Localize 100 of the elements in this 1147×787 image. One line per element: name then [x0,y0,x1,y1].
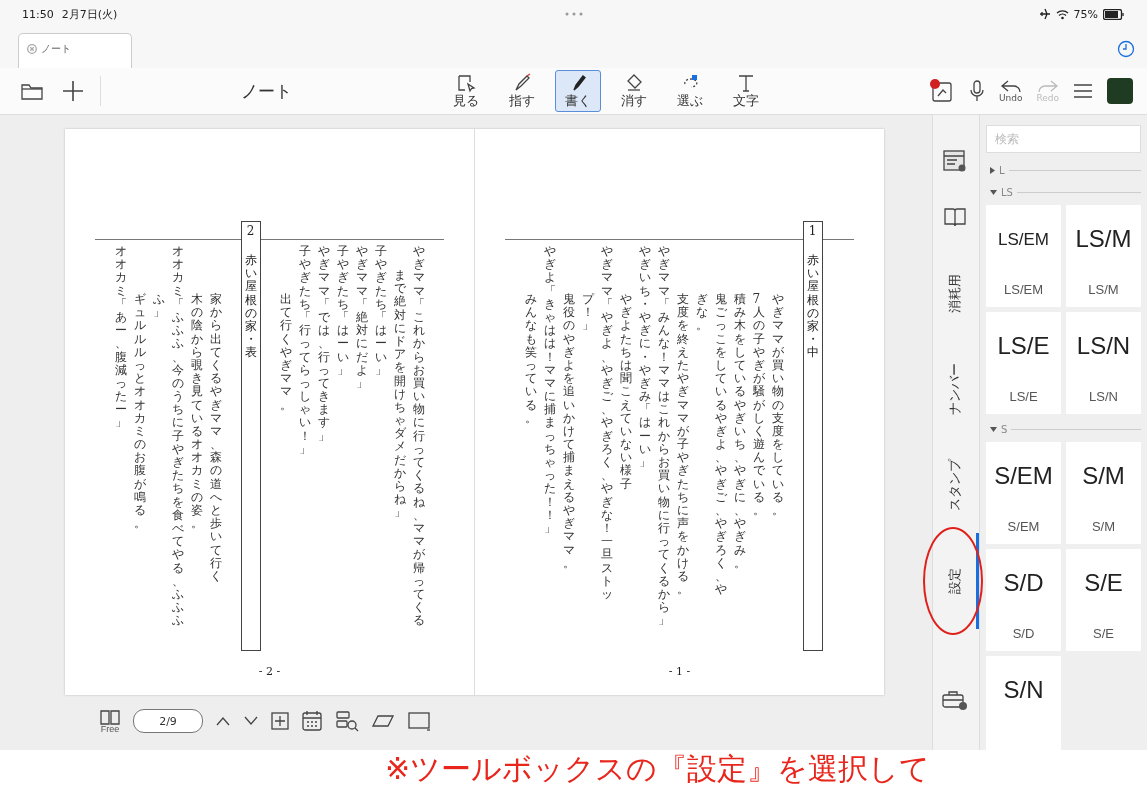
stage-direction: 積み木をしているやぎいち、やぎに、やぎみ。 [733,293,746,570]
scene-number: 1 [808,223,817,240]
dialogue-line: オオカミ「ふふふ、今のうちに子やぎたちを食べてやる、ふふふ [171,245,184,628]
caret-down-icon [990,189,997,195]
search-field[interactable]: 検索 [986,125,1141,153]
toolbox-tab[interactable]: 消耗用 [933,245,979,341]
close-icon [27,44,37,54]
stage-direction: 鬼ごっこをしているやぎよ、やぎご、やぎろく、や [714,293,727,597]
eraser-shape-button[interactable] [371,714,395,728]
rectangle-button[interactable] [407,711,431,731]
stage-direction: 支度を終えたやぎママが子やぎたちに声をかける。 [676,293,689,597]
dialogue-line: ふ」 [152,293,165,320]
stage-direction: やぎよたちは聞こえていない様子 [619,293,632,491]
wifi-icon [1055,8,1069,20]
dialogue-line: 子やぎたち「はーい」 [336,245,349,377]
stage-direction: ギュルルルっとオオカミのお腹が鳴る。 [133,293,146,531]
tool-button[interactable]: 消す [611,70,657,112]
dialogue-line: オオカミ「あー、腹減ったー」 [114,245,127,430]
redo-arrow-icon [1036,79,1059,93]
tool-button[interactable]: 指す [499,70,545,112]
calendar-button[interactable] [301,710,323,732]
status-date: 2月7日(火) [61,6,118,22]
caret-right-icon [990,166,995,174]
stamp-tile[interactable]: S/E S/E [1066,549,1141,651]
plus-icon [62,80,84,102]
document-tab[interactable]: ノート [18,33,132,68]
calendar-icon [301,710,323,732]
dialogue-line: プ！」 [581,293,594,333]
parallelogram-icon [371,714,395,728]
book-button[interactable]: Free [99,708,121,734]
book-icon [99,708,121,725]
microphone-icon [968,79,985,103]
stamp-tile[interactable]: LS/EM LS/EM [986,205,1061,307]
microphone-button[interactable] [968,79,985,103]
status-time: 11:50 [22,7,54,21]
toolbox-tab[interactable]: スタンプ [933,437,979,533]
badge-button[interactable] [928,78,955,104]
stage-direction: 鬼役のやぎよを追いかけて捕まえるやぎママ。 [562,293,575,570]
undo-arrow-icon [999,79,1022,93]
tool-button[interactable]: 文字 [723,70,769,112]
menu-button[interactable] [1073,83,1093,99]
book-icon [942,206,967,228]
page-number: - 2 - [258,665,281,678]
tab-label[interactable]: ノート [41,42,71,56]
battery-icon [1103,8,1125,20]
caret-down-icon [990,426,997,432]
scene-title: 赤い屋根の家・表 [244,254,257,360]
add-page-button[interactable] [271,712,289,730]
dialogue-line: やぎママ「やぎよ、やぎご、やぎろく、やぎな！一旦ストッ [600,245,613,602]
add-button[interactable] [62,80,84,102]
airplane-icon [1038,8,1051,20]
stamp-tile[interactable]: S/M S/M [1066,442,1141,544]
stage-direction: やぎママが買い物の支度をしている。 [771,293,784,518]
dialogue-line: 子やぎたち「はーい」 [374,245,387,377]
tool-button[interactable]: 書く [555,70,601,112]
toolbox-gear-icon [940,688,969,712]
stamp-tile[interactable]: S/D S/D [986,549,1061,651]
scene-title: 赤い屋根の家・中 [806,254,819,360]
stamp-tile[interactable]: LS/E LS/E [986,312,1061,414]
stage-direction: 木の陰から覗き見ているオオカミの姿。 [190,293,203,531]
dialogue-line: やぎママ「絶対にだよ」 [355,245,368,391]
tool-button[interactable]: 選ぶ [667,70,713,112]
stage-direction: みんなも笑っている。 [524,293,537,425]
stage-direction: 7人の子やぎが騒がしく遊んでいる。 [752,293,765,518]
stage-direction: 出て行くやぎママ。 [279,293,292,412]
dialogue-line: やぎよ「きゃはは！ママに捕まっちゃった！！」 [543,245,556,536]
next-page-button[interactable] [243,716,259,726]
menu-icon [1073,83,1093,99]
folder-button[interactable] [20,81,44,101]
dialogue-line: まで絶対にドアを開けちゃダメだからね」 [393,269,406,520]
folder-icon [20,81,44,101]
page-search-button[interactable] [335,710,359,732]
rectangle-icon [407,711,431,731]
stamp-tile[interactable]: LS/M LS/M [1066,205,1141,307]
template-settings-icon [941,148,968,174]
undo-button[interactable]: Undo [998,79,1023,103]
battery-percent: 75% [1073,7,1098,21]
page-number: - 1 - [668,665,691,678]
tool-button[interactable]: 見る [443,70,489,112]
toolbox-tab[interactable]: ナンバー [933,341,979,437]
list-search-icon [335,710,359,732]
plus-square-icon [271,712,289,730]
page-badge-icon [928,78,955,104]
text-icon [736,72,756,93]
dialogue-line: やぎママ「では、行ってきます」 [317,245,330,443]
dialogue-line: やぎママ「これからお買い物に行ってくるね、ママが帰ってくる [412,245,425,628]
chevron-down-icon [243,716,259,726]
stamp-tile[interactable]: S/EM S/EM [986,442,1061,544]
stamp-tile[interactable]: LS/N LS/N [1066,312,1141,414]
dialogue-line: やぎママ「みんな！ママはこれからお買い物に行ってくるから」 [657,245,670,628]
stage-direction: ぎな。 [695,293,708,333]
previous-page-button[interactable] [215,716,231,726]
page-field[interactable]: 2/9 [133,709,203,733]
multitask-dots-icon [563,11,584,17]
stamp-tile[interactable]: S/N [986,656,1061,750]
page-cursor-icon [456,72,476,93]
clock-icon [1117,40,1135,58]
dialogue-line: やぎいち・やぎに・やぎみ「はーい」 [638,245,651,470]
scene-number: 2 [246,223,255,240]
stage-direction: 家から出てくるやぎママ、森の道へと歩いて行く [209,293,222,584]
